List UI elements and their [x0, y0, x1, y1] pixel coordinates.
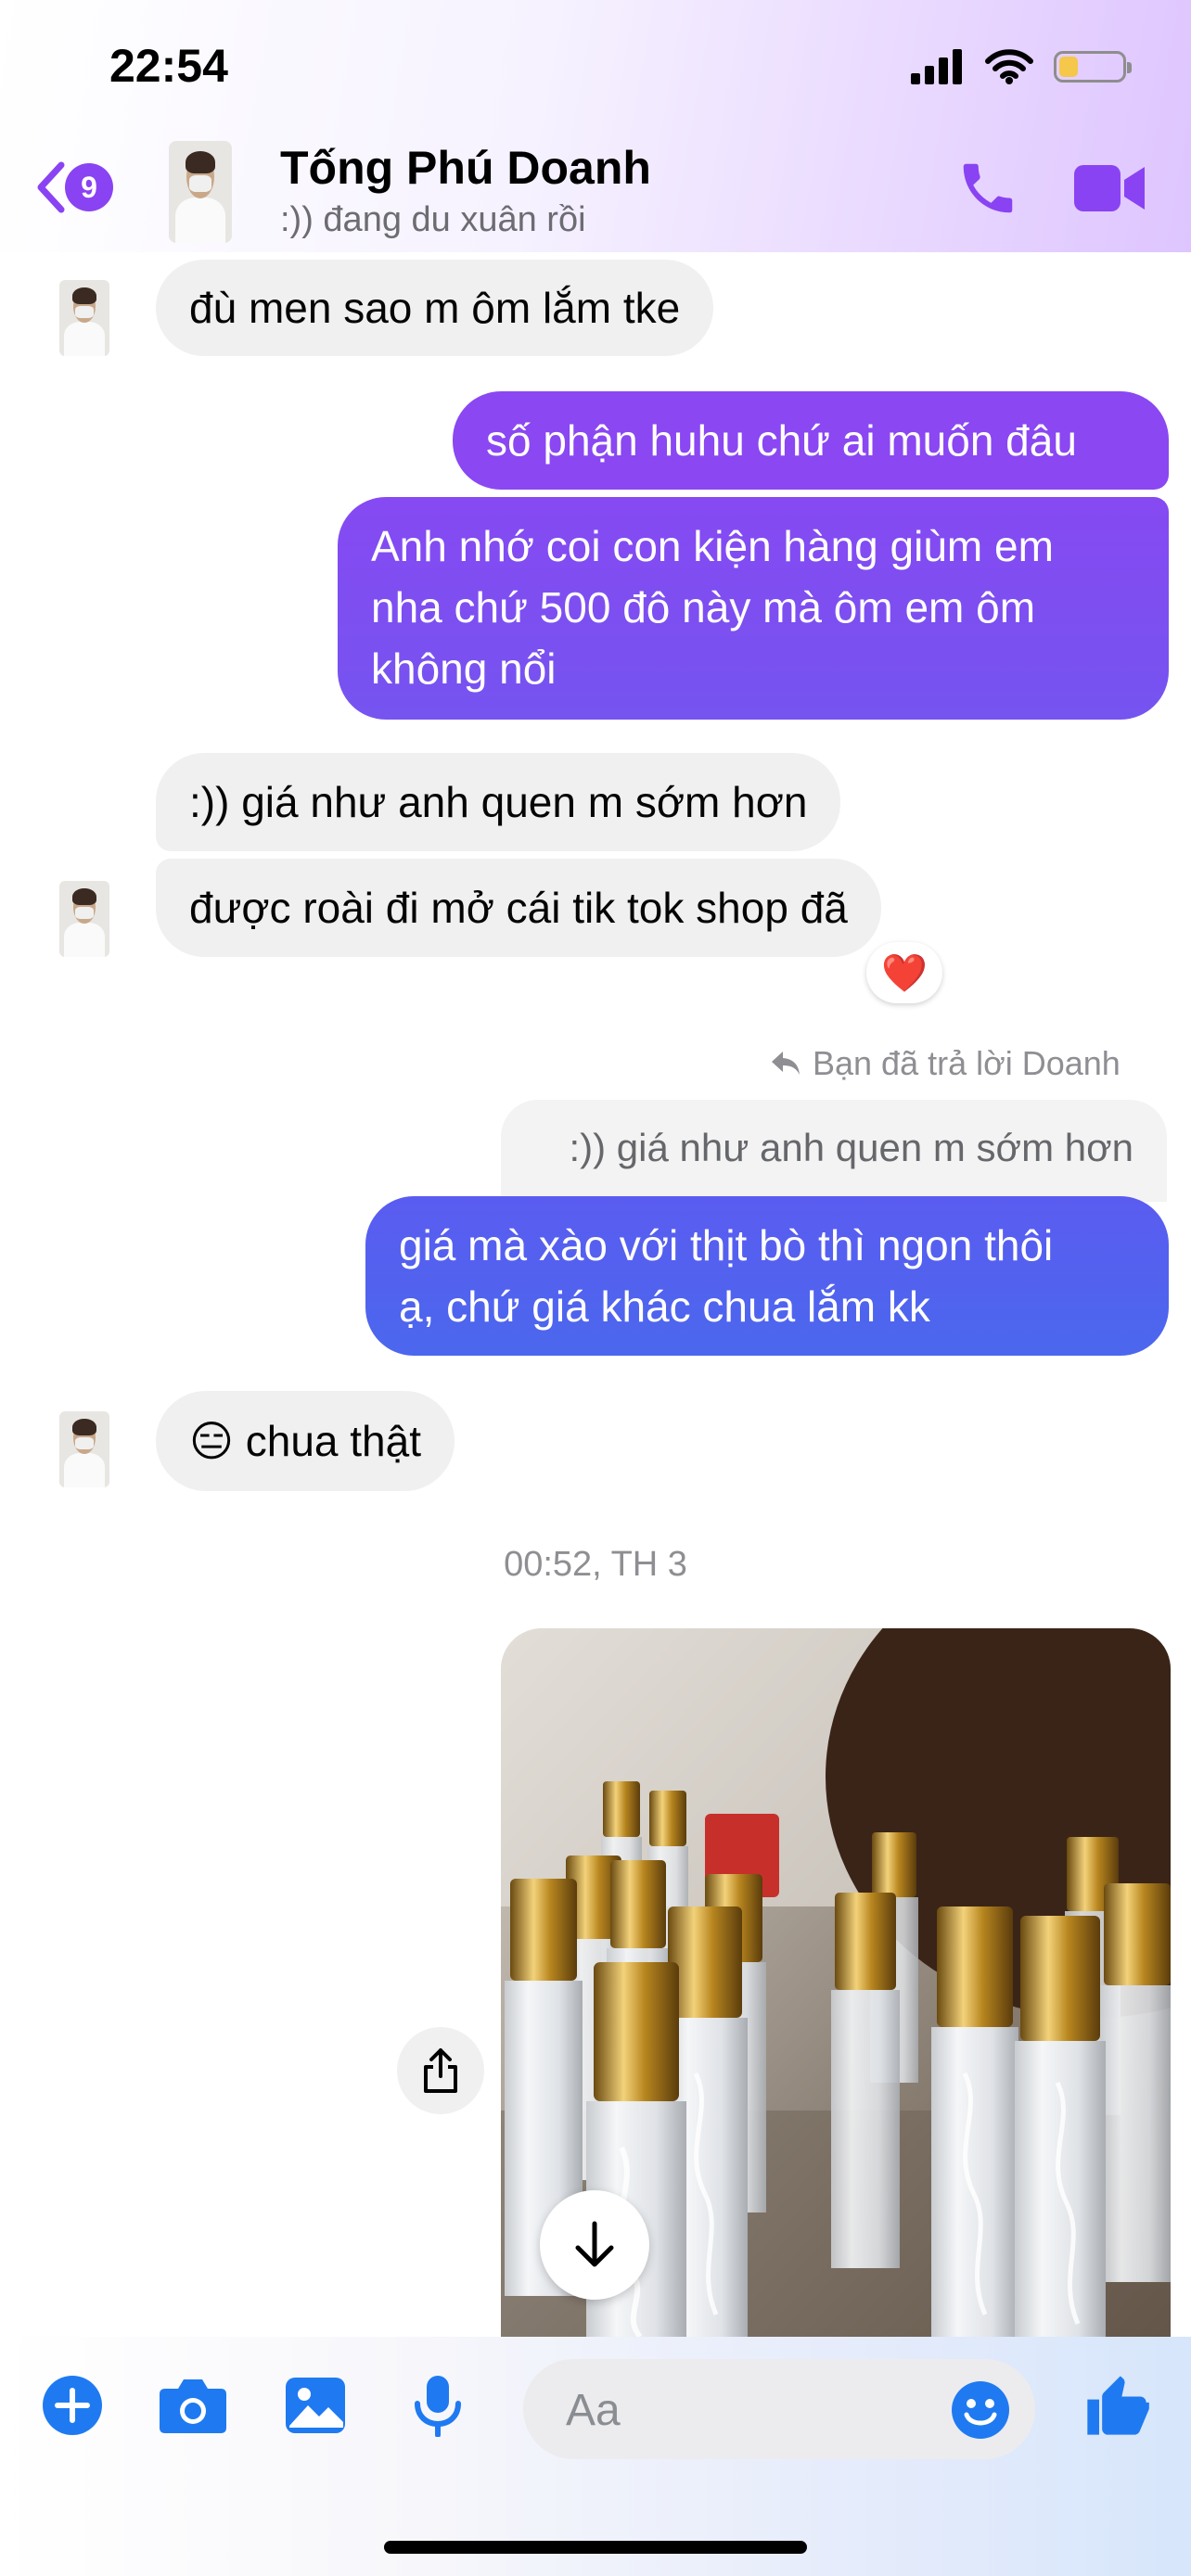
message-input[interactable]: Aa — [523, 2359, 1035, 2459]
incoming-message[interactable]: đù men sao m ôm lắm tke — [156, 260, 714, 356]
sender-avatar[interactable] — [59, 280, 109, 356]
reply-note-text: Bạn đã trả lời Doanh — [813, 1044, 1121, 1082]
camera-icon — [160, 2379, 226, 2433]
incoming-message[interactable]: 😑 chua thật — [156, 1391, 455, 1491]
video-call-button[interactable] — [1072, 159, 1146, 222]
heart-icon: ❤️ — [881, 952, 928, 994]
contact-status: :)) đang du xuân rồi — [280, 200, 586, 239]
home-indicator — [384, 2541, 807, 2554]
camera-button[interactable] — [158, 2376, 228, 2440]
arrow-down-icon — [575, 2221, 614, 2267]
expressionless-emoji: 😑 — [189, 1417, 234, 1465]
sender-avatar[interactable] — [59, 881, 109, 957]
like-button[interactable] — [1082, 2370, 1152, 2445]
message-line: giá mà xào với thịt bò thì ngon thôi — [399, 1221, 1054, 1269]
share-icon — [424, 2048, 457, 2093]
audio-call-button[interactable] — [955, 156, 1020, 225]
message-line: không nổi — [371, 644, 557, 693]
status-icons — [911, 46, 1132, 87]
contact-avatar[interactable] — [169, 141, 232, 243]
outgoing-message[interactable]: Anh nhớ coi con kiện hàng giùm em nha ch… — [338, 497, 1169, 720]
quoted-message[interactable]: :)) giá như anh quen m sớm hơn — [501, 1100, 1167, 1202]
phone-icon — [963, 163, 1013, 213]
reply-arrow-icon — [772, 1052, 800, 1075]
thumbs-up-icon — [1087, 2376, 1149, 2435]
outgoing-message[interactable]: số phận huhu chứ ai muốn đâu — [453, 391, 1169, 490]
contact-name[interactable]: Tống Phú Doanh — [280, 141, 651, 195]
battery-icon — [1054, 51, 1132, 83]
message-text: chua thật — [245, 1417, 422, 1465]
incoming-message[interactable]: được roài đi mở cái tik tok shop đã — [156, 859, 881, 957]
video-camera-icon — [1074, 165, 1145, 211]
wifi-icon — [985, 49, 1033, 84]
image-icon — [286, 2378, 345, 2433]
reply-indicator: Bạn đã trả lời Doanh — [770, 1044, 1121, 1083]
heart-reaction[interactable]: ❤️ — [866, 942, 942, 1003]
back-chevron-icon — [37, 161, 65, 213]
more-actions-button[interactable] — [41, 2374, 104, 2442]
smiley-icon — [952, 2381, 1009, 2439]
voice-message-button[interactable] — [412, 2374, 464, 2442]
emoji-button[interactable] — [950, 2379, 1011, 2445]
outgoing-message[interactable]: giá mà xào với thịt bò thì ngon thôi ạ, … — [365, 1196, 1169, 1356]
gallery-button[interactable] — [284, 2376, 347, 2440]
sender-avatar[interactable] — [59, 1411, 109, 1487]
unread-badge: 9 — [65, 163, 113, 211]
message-line: nha chứ 500 đô này mà ôm em ôm — [371, 583, 1036, 631]
scroll-to-bottom-button[interactable] — [540, 2190, 649, 2300]
message-line: ạ, chứ giá khác chua lắm kk — [399, 1282, 930, 1331]
microphone-icon — [415, 2376, 461, 2438]
timestamp: 00:52, TH 3 — [504, 1545, 687, 1584]
back-button[interactable]: 9 — [35, 159, 113, 215]
incoming-message[interactable]: :)) giá như anh quen m sớm hơn — [156, 753, 841, 851]
plus-icon — [43, 2376, 102, 2435]
share-button[interactable] — [397, 2027, 484, 2114]
message-line: Anh nhớ coi con kiện hàng giùm em — [371, 522, 1054, 570]
signal-icon — [911, 49, 962, 84]
message-input-placeholder: Aa — [566, 2386, 621, 2435]
status-time: 22:54 — [109, 40, 228, 92]
